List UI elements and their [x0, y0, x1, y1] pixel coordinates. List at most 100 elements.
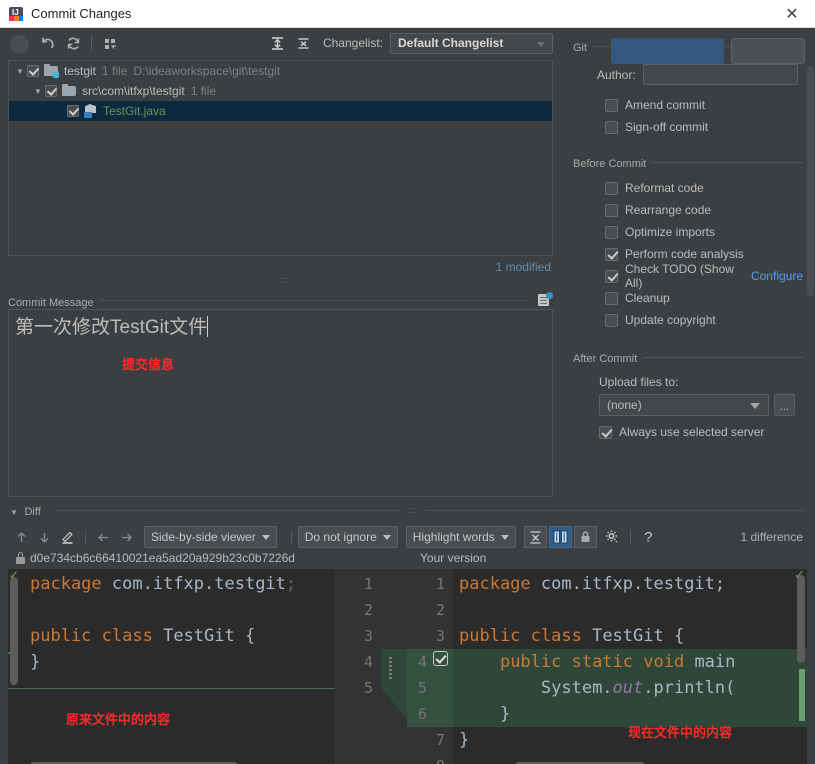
tree-checkbox[interactable]: [67, 105, 79, 117]
expander-icon[interactable]: ▼: [31, 87, 45, 96]
git-group-title: Git: [573, 42, 594, 54]
tree-checkbox[interactable]: [27, 65, 39, 77]
ignore-mode-dropdown[interactable]: Do not ignore: [297, 526, 398, 548]
changes-toolbar: Changelist: Default Changelist: [0, 28, 561, 58]
checkbox[interactable]: [605, 313, 618, 327]
checkbox[interactable]: [605, 203, 618, 217]
help-question-icon[interactable]: ?: [637, 526, 660, 548]
option-rearrange-code[interactable]: Rearrange code: [605, 199, 803, 221]
compare-side-by-side-icon[interactable]: [548, 526, 572, 548]
code-line: package com.itfxp.testgit;: [30, 574, 297, 594]
commit-message-history-icon[interactable]: [537, 292, 553, 307]
options-scrollbar[interactable]: [807, 66, 814, 296]
tree-row-file[interactable]: \u25bc TestGit.java: [9, 101, 552, 121]
expander-icon[interactable]: ▼: [13, 67, 27, 76]
option-label: Update copyright: [625, 313, 716, 327]
left-change-markers: [9, 569, 18, 764]
tree-node-meta: 1 file: [190, 84, 217, 98]
option-sign-off-commit[interactable]: Sign-off commit: [605, 116, 803, 138]
diff-left-editor[interactable]: ✓ package com.itfxp.testgit; public clas…: [8, 569, 335, 764]
checkbox[interactable]: [605, 269, 618, 283]
diff-change-band[interactable]: [381, 569, 407, 764]
arrow-right-icon[interactable]: [115, 526, 138, 548]
commit-button[interactable]: [611, 38, 724, 64]
splitter-handle[interactable]: :::::: [276, 275, 294, 285]
line-number: 1: [435, 575, 445, 593]
option-amend-commit[interactable]: Amend commit: [605, 94, 803, 116]
chevron-down-icon[interactable]: ▼: [8, 508, 20, 517]
checkbox[interactable]: [605, 291, 618, 305]
line-number: 2: [363, 601, 373, 619]
option-label: Amend commit: [625, 98, 706, 112]
option-check-todo[interactable]: Check TODO (Show All) Configure: [605, 262, 803, 290]
right-scrollbar-thumb[interactable]: [797, 575, 805, 663]
edit-pencil-icon[interactable]: [56, 526, 79, 548]
accept-change-checkbox[interactable]: [433, 651, 448, 666]
revert-icon[interactable]: [34, 31, 60, 55]
option-optimize-imports[interactable]: Optimize imports: [605, 221, 803, 243]
checkbox[interactable]: [605, 225, 618, 239]
tree-row-folder[interactable]: ▼ src\com\itfxp\testgit 1 file: [9, 81, 552, 101]
author-field[interactable]: [642, 64, 798, 85]
diff-splitter-handle[interactable]: :::::: [400, 505, 426, 515]
option-always-use-selected-server[interactable]: Always use selected server: [599, 421, 803, 443]
checkbox[interactable]: [605, 181, 618, 195]
option-cleanup[interactable]: Cleanup: [605, 287, 803, 309]
commit-message-input[interactable]: 第一次修改TestGit文件 提交信息: [8, 309, 553, 497]
option-reformat-code[interactable]: Reformat code: [605, 177, 803, 199]
diff-left-gutter: 1 2 3 4 5: [335, 569, 381, 764]
diff-viewer: ✓ package com.itfxp.testgit; public clas…: [8, 569, 807, 764]
line-number: 6: [407, 701, 453, 727]
code-line: }: [30, 652, 41, 672]
changes-tree[interactable]: ▼ testgit 1 file D:\ideaworkspace\git\te…: [8, 60, 553, 256]
arrow-up-icon[interactable]: [10, 526, 33, 548]
collapse-all-icon[interactable]: [291, 31, 317, 55]
window-titlebar: IJ Commit Changes ✕: [0, 0, 815, 28]
expander-icon: \u25bc: [53, 107, 67, 116]
change-drag-handle[interactable]: [389, 657, 392, 679]
browse-servers-button[interactable]: ...: [774, 394, 795, 416]
read-only-lock-icon[interactable]: [573, 526, 597, 548]
chevron-down-icon: [382, 534, 391, 540]
checkbox[interactable]: [599, 425, 612, 439]
code-line: public static void main: [453, 649, 807, 675]
highlight-mode-dropdown[interactable]: Highlight words: [405, 526, 516, 548]
group-by-icon[interactable]: [97, 31, 123, 55]
tree-checkbox[interactable]: [45, 85, 57, 97]
code-line: System.out.println(: [453, 675, 807, 701]
diff-section-label: Diff: [24, 506, 41, 518]
upload-server-dropdown[interactable]: (none): [599, 394, 769, 416]
collapse-unchanged-icon[interactable]: [523, 526, 547, 548]
option-label: Optimize imports: [625, 225, 716, 239]
configure-link[interactable]: Configure: [751, 269, 803, 283]
cancel-button[interactable]: [731, 38, 805, 64]
refresh-icon[interactable]: [60, 31, 86, 55]
changelist-dropdown[interactable]: Default Changelist: [390, 32, 553, 54]
arrow-left-icon[interactable]: [92, 526, 115, 548]
option-update-copyright[interactable]: Update copyright: [605, 309, 803, 331]
toolbar-divider: [85, 529, 86, 545]
after-commit-group: After Commit Upload files to: (none) ...…: [573, 349, 803, 443]
author-row: Author:: [597, 64, 803, 85]
checkbox[interactable]: [605, 98, 618, 112]
line-number: 4: [363, 653, 373, 671]
arrow-down-icon[interactable]: [33, 526, 56, 548]
commit-message-header: Commit Message: [8, 292, 553, 309]
left-scrollbar-thumb[interactable]: [10, 577, 18, 685]
expand-all-icon[interactable]: [265, 31, 291, 55]
viewer-mode-dropdown[interactable]: Side-by-side viewer: [144, 526, 277, 548]
tree-row-module[interactable]: ▼ testgit 1 file D:\ideaworkspace\git\te…: [9, 61, 552, 81]
checkbox[interactable]: [605, 120, 618, 134]
line-number: 7: [435, 731, 445, 749]
close-icon[interactable]: ✕: [775, 1, 809, 27]
diff-section-header[interactable]: ▼ Diff :::::: [8, 502, 808, 518]
gear-icon[interactable]: [601, 526, 624, 548]
diff-right-gutter: 1 2 3 4 5 6 7 8: [407, 569, 453, 764]
tree-node-name: testgit: [64, 64, 97, 78]
diff-right-editor[interactable]: package com.itfxp.testgit; public class …: [453, 569, 807, 764]
checkbox[interactable]: [605, 247, 618, 261]
tree-node-name: TestGit.java: [103, 104, 166, 118]
help-button[interactable]: [10, 35, 29, 54]
tree-node-meta: 1 file: [102, 64, 128, 78]
